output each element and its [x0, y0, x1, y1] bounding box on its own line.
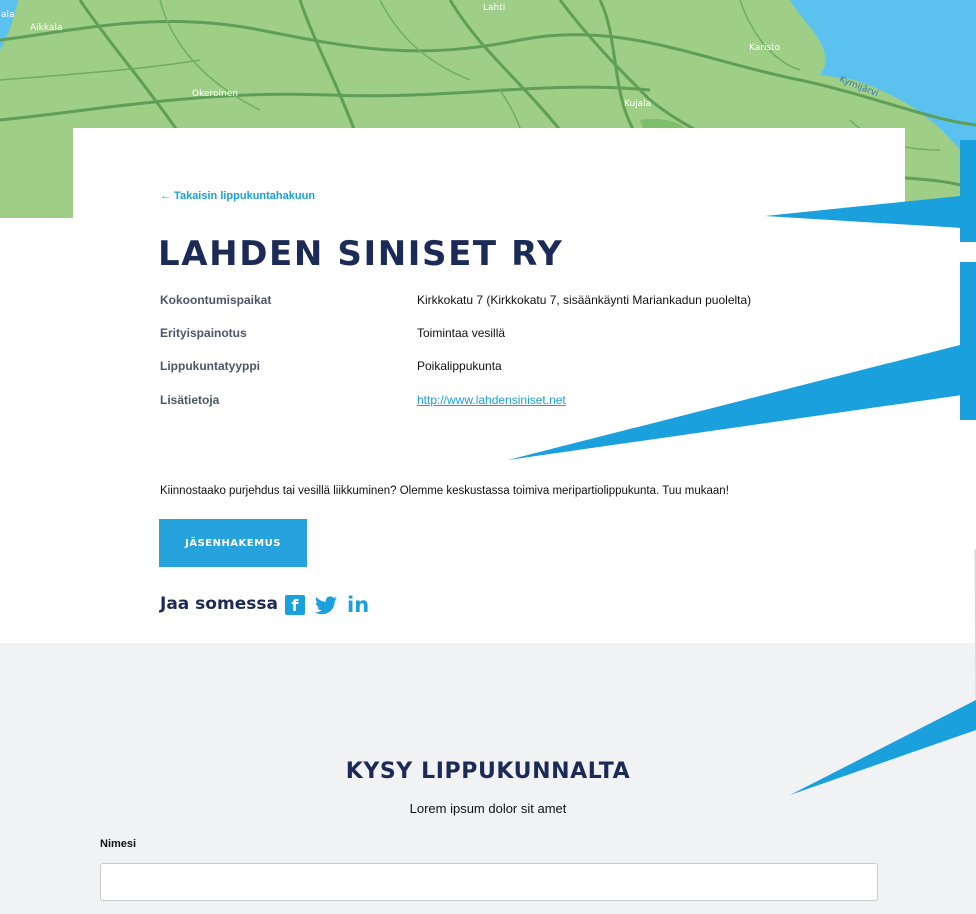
description-text: Kiinnostaako purjehdus tai vesillä liikk…	[160, 485, 729, 497]
name-input[interactable]	[100, 863, 878, 901]
info-key: Lippukuntatyyppi	[160, 359, 260, 373]
callout-box-2	[960, 262, 976, 420]
info-key: Kokoontumispaikat	[160, 293, 272, 307]
map-label-lahti: Lahti	[483, 3, 506, 13]
facebook-icon[interactable]: f	[285, 595, 305, 615]
name-field-label: Nimesi	[100, 838, 137, 850]
website-link[interactable]: http://www.lahdensiniset.net	[417, 393, 566, 407]
twitter-icon[interactable]	[315, 595, 337, 615]
info-key: Lisätietoja	[160, 393, 220, 407]
map-label-kujala: Kujala	[624, 99, 652, 109]
map-label-okeroinen: Okeroinen	[192, 89, 238, 99]
map-label-edge: ala	[1, 10, 15, 20]
share-label: Jaa somessa	[160, 594, 278, 614]
page-title: LAHDEN SINISET RY	[158, 234, 564, 274]
contact-subtitle: Lorem ipsum dolor sit amet	[409, 801, 567, 816]
info-value: Kirkkokatu 7 (Kirkkokatu 7, sisäänkäynti…	[417, 293, 752, 307]
info-key: Erityispainotus	[160, 326, 247, 340]
contact-title: KYSY LIPPUKUNNALTA	[345, 759, 631, 784]
callout-pointer-2	[508, 345, 962, 460]
map-label-karisto: Karisto	[749, 43, 781, 53]
membership-application-button[interactable]: JÄSENHAKEMUS	[159, 519, 307, 567]
map-label-aikkala: Aikkala	[30, 23, 63, 33]
back-link[interactable]: ← Takaisin lippukuntahakuun	[160, 190, 315, 202]
info-value: Toimintaa vesillä	[417, 326, 506, 340]
info-value: Poikalippukunta	[417, 359, 502, 373]
share-icons: f in	[285, 590, 369, 620]
linkedin-icon[interactable]: in	[347, 593, 369, 617]
